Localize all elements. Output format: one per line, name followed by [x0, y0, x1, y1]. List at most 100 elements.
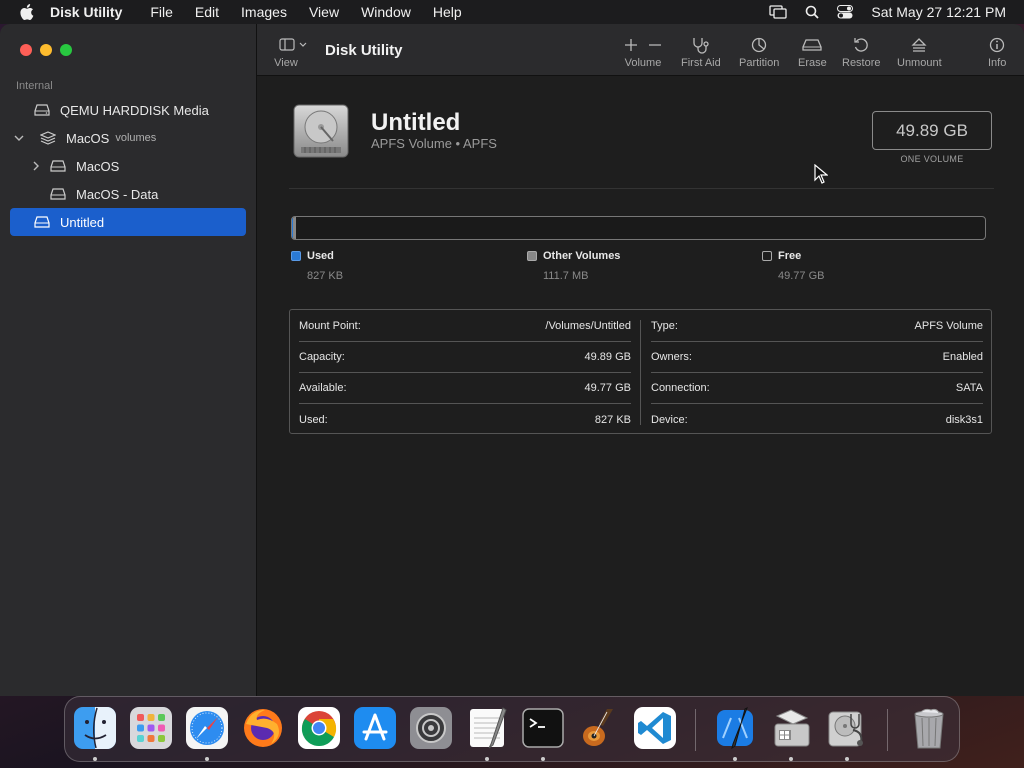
volume-info-table: Mount Point: /Volumes/Untitled Capacity: 4…	[289, 309, 992, 434]
menu-view[interactable]: View	[309, 4, 339, 20]
partition-button[interactable]: Partition	[739, 36, 779, 69]
info-label: Device:	[651, 413, 688, 426]
stethoscope-icon	[693, 38, 709, 54]
view-button-label: View	[274, 57, 298, 69]
info-column-separator	[640, 320, 641, 425]
volume-name: Untitled	[371, 109, 461, 136]
disk-utility-window: Internal QEMU HARDDISK Media MacOS volum…	[0, 24, 1024, 696]
sidebar-section-internal: Internal	[16, 80, 53, 92]
launchpad-icon[interactable]	[129, 706, 173, 750]
info-value: Enabled	[942, 351, 983, 363]
close-window-button[interactable]	[20, 44, 32, 56]
info-value: /Volumes/Untitled	[545, 320, 631, 332]
info-value: disk3s1	[945, 413, 983, 426]
apfs-container-icon	[40, 131, 56, 145]
chevron-right-icon[interactable]	[32, 161, 40, 171]
xcode-icon[interactable]	[713, 706, 757, 750]
chevron-down-icon[interactable]	[14, 134, 24, 142]
sidebar-toggle-icon	[279, 38, 307, 51]
erase-button[interactable]: Erase	[798, 36, 827, 69]
info-value: SATA	[955, 382, 983, 394]
volume-button-label: Volume	[624, 57, 662, 69]
menu-file[interactable]: File	[150, 4, 173, 20]
sidebar-item-label: MacOS - Data	[76, 186, 159, 202]
info-row-connection: Connection: SATA	[651, 373, 983, 404]
dock-separator	[695, 709, 696, 751]
running-indicator	[789, 757, 793, 761]
menu-help[interactable]: Help	[433, 4, 462, 20]
firefox-icon[interactable]	[241, 706, 285, 750]
internal-disk-icon	[34, 104, 50, 116]
vscode-icon[interactable]	[633, 706, 677, 750]
menu-app-name[interactable]: Disk Utility	[50, 4, 122, 20]
sidebar-item-label: Untitled	[60, 214, 105, 230]
legend-swatch-used	[291, 251, 301, 261]
unmount-button-label: Unmount	[897, 57, 942, 69]
menu-images[interactable]: Images	[241, 4, 287, 20]
hard-drive-icon	[293, 104, 349, 158]
trash-icon[interactable]	[907, 706, 951, 750]
sidebar-item-qemu-disk[interactable]: QEMU HARDDISK Media	[10, 96, 246, 124]
info-button[interactable]: Info	[988, 36, 1006, 69]
info-row-mount-point: Mount Point: /Volumes/Untitled	[299, 311, 631, 342]
volume-type: APFS Volume • APFS	[371, 136, 497, 151]
info-label: Available:	[299, 382, 347, 394]
finder-icon[interactable]	[73, 706, 117, 750]
sidebar-item-macos-data[interactable]: MacOS - Data	[10, 180, 246, 208]
restore-arrow-icon	[854, 38, 869, 52]
zoom-window-button[interactable]	[60, 44, 72, 56]
partition-button-label: Partition	[739, 57, 780, 69]
info-label: Owners:	[651, 351, 692, 363]
legend-swatch-free	[762, 251, 772, 261]
spotlight-search-icon[interactable]	[805, 5, 819, 19]
unmount-button[interactable]: Unmount	[897, 36, 942, 69]
info-row-used: Used: 827 KB	[299, 404, 631, 435]
legend-value: 49.77 GB	[778, 270, 825, 282]
screen-mirroring-icon[interactable]	[769, 5, 788, 19]
safari-icon[interactable]	[185, 706, 229, 750]
menu-bar: Disk Utility File Edit Images View Windo…	[0, 0, 1024, 24]
terminal-icon[interactable]	[521, 706, 565, 750]
sidebar-item-label: QEMU HARDDISK Media	[60, 102, 209, 118]
disk-utility-icon[interactable]	[825, 706, 869, 750]
minimize-window-button[interactable]	[40, 44, 52, 56]
info-row-type: Type: APFS Volume	[651, 311, 983, 342]
capacity-subtitle: ONE VOLUME	[900, 154, 964, 164]
eraser-disk-icon	[802, 39, 823, 51]
garageband-icon[interactable]	[577, 706, 621, 750]
info-value: 49.77 GB	[584, 382, 631, 394]
restore-button[interactable]: Restore	[842, 36, 881, 69]
volume-detail-pane: Untitled APFS Volume • APFS 49.89 GB ONE…	[257, 77, 1024, 696]
info-button-label: Info	[988, 57, 1007, 69]
menu-window[interactable]: Window	[361, 4, 411, 20]
chrome-icon[interactable]	[297, 706, 341, 750]
view-button[interactable]: View	[274, 36, 307, 69]
info-label: Connection:	[651, 382, 710, 394]
system-settings-icon[interactable]	[409, 706, 453, 750]
volume-button[interactable]: Volume	[623, 36, 663, 69]
app-store-icon[interactable]	[353, 706, 397, 750]
sidebar-item-macos-container[interactable]: MacOS volumes	[10, 124, 246, 152]
textedit-icon[interactable]	[465, 706, 509, 750]
control-center-icon[interactable]	[837, 5, 854, 19]
sidebar-item-macos[interactable]: MacOS	[10, 152, 246, 180]
running-indicator	[541, 757, 545, 761]
volume-disk-icon	[50, 160, 66, 172]
sidebar-item-untitled[interactable]: Untitled	[10, 208, 246, 236]
legend-swatch-other	[527, 251, 537, 261]
info-label: Capacity:	[299, 351, 345, 363]
menu-edit[interactable]: Edit	[195, 4, 219, 20]
menu-clock[interactable]: Sat May 27 12:21 PM	[871, 4, 1006, 20]
first-aid-button[interactable]: First Aid	[681, 36, 721, 69]
info-row-owners: Owners: Enabled	[651, 342, 983, 373]
capacity-box: 49.89 GB	[872, 111, 992, 150]
apple-icon[interactable]	[20, 4, 34, 20]
sidebar: Internal QEMU HARDDISK Media MacOS volum…	[0, 24, 257, 696]
info-label: Used:	[299, 413, 328, 426]
info-label: Mount Point:	[299, 320, 361, 332]
running-indicator	[485, 757, 489, 761]
usage-bar-other-segment	[293, 217, 297, 239]
running-indicator	[733, 757, 737, 761]
boot-camp-icon[interactable]	[769, 706, 813, 750]
info-row-available: Available: 49.77 GB	[299, 373, 631, 404]
